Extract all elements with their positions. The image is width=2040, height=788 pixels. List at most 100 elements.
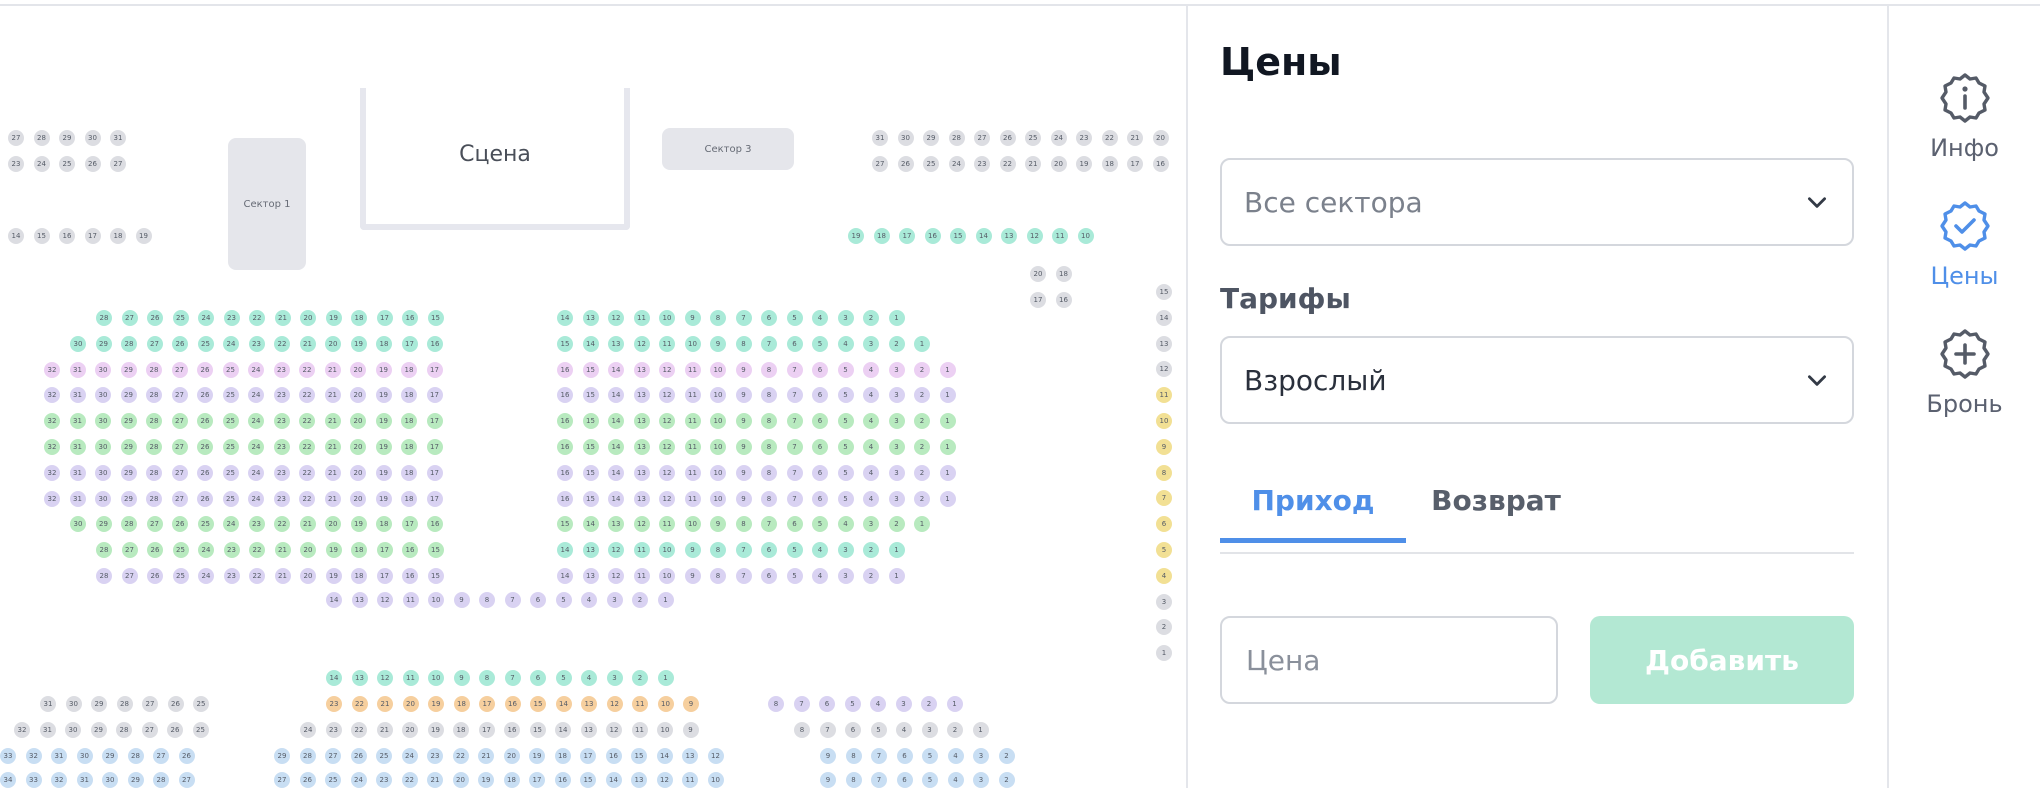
seat[interactable]: 31 <box>69 413 86 430</box>
seat[interactable]: 2 <box>863 310 879 326</box>
seat[interactable]: 22 <box>401 772 418 788</box>
seat[interactable]: 3 <box>863 516 879 533</box>
seat[interactable]: 9 <box>735 387 752 404</box>
seat[interactable]: 15 <box>427 568 444 584</box>
seat[interactable]: 21 <box>324 490 341 507</box>
seat[interactable]: 27 <box>171 439 188 455</box>
seat[interactable]: 19 <box>135 228 152 244</box>
seat[interactable]: 16 <box>924 228 941 244</box>
seat[interactable]: 2 <box>921 696 937 712</box>
seat[interactable]: 1 <box>657 670 674 686</box>
seat[interactable]: 10 <box>428 592 444 608</box>
seat[interactable]: 23 <box>273 464 290 481</box>
seat[interactable]: 30 <box>65 722 81 738</box>
seat[interactable]: 17 <box>376 542 393 559</box>
seat[interactable]: 1 <box>939 413 956 430</box>
seat[interactable]: 16 <box>59 228 75 244</box>
seat[interactable]: 11 <box>1156 387 1172 404</box>
seat[interactable]: 18 <box>351 542 367 559</box>
seat[interactable]: 33 <box>25 772 42 788</box>
seat[interactable]: 20 <box>350 490 366 507</box>
seat[interactable]: 25 <box>923 156 939 172</box>
seat[interactable]: 4 <box>863 413 879 430</box>
seat-map[interactable]: Сцена Сектор 1 Сектор 3 27 28 29 30 31 23 24 25… <box>0 6 1186 788</box>
seat[interactable]: 3 <box>888 464 905 481</box>
seat[interactable]: 13 <box>682 748 698 764</box>
seat[interactable]: 24 <box>248 387 264 404</box>
seat[interactable]: 4 <box>947 748 964 764</box>
seat[interactable]: 5 <box>837 413 854 430</box>
seat[interactable]: 26 <box>197 361 213 378</box>
seat[interactable]: 4 <box>863 387 879 404</box>
seat[interactable]: 2 <box>914 490 930 507</box>
seat[interactable]: 20 <box>350 439 366 455</box>
seat[interactable]: 9 <box>1156 438 1172 455</box>
seat[interactable]: 26 <box>84 156 101 172</box>
seat[interactable]: 31 <box>872 130 888 146</box>
seat[interactable]: 25 <box>222 413 239 430</box>
seat[interactable]: 22 <box>351 696 368 712</box>
seat[interactable]: 5 <box>844 696 861 712</box>
seat[interactable]: 1 <box>939 490 956 507</box>
seat[interactable]: 23 <box>248 516 265 533</box>
seat[interactable]: 22 <box>274 516 290 533</box>
seat[interactable]: 7 <box>1156 490 1172 507</box>
seat[interactable]: 1 <box>888 568 905 584</box>
seat[interactable]: 11 <box>633 542 650 559</box>
seat[interactable]: 11 <box>659 335 675 352</box>
seat[interactable]: 6 <box>819 696 835 712</box>
seat[interactable]: 30 <box>65 696 82 712</box>
seat[interactable]: 16 <box>504 722 520 738</box>
seat[interactable]: 25 <box>376 748 392 764</box>
seat[interactable]: 10 <box>428 670 444 686</box>
seat[interactable]: 21 <box>1127 130 1143 146</box>
seat[interactable]: 2 <box>914 413 930 430</box>
seat[interactable]: 8 <box>710 542 726 559</box>
seat[interactable]: 12 <box>606 696 623 712</box>
seat[interactable]: 10 <box>684 516 701 533</box>
seat[interactable]: 3 <box>837 568 854 584</box>
seat[interactable]: 7 <box>761 335 777 352</box>
seat[interactable]: 18 <box>110 228 126 244</box>
seat[interactable]: 7 <box>786 464 803 481</box>
seat[interactable]: 5 <box>870 722 887 738</box>
seat[interactable]: 19 <box>375 464 392 481</box>
seat[interactable]: 27 <box>146 516 163 533</box>
seat[interactable]: 19 <box>427 722 444 738</box>
seat[interactable]: 9 <box>820 748 836 764</box>
seat[interactable]: 12 <box>606 722 622 738</box>
seat[interactable]: 22 <box>249 542 265 559</box>
seat[interactable]: 4 <box>863 490 879 507</box>
seat[interactable]: 17 <box>426 464 443 481</box>
seat[interactable]: 2 <box>914 439 930 455</box>
seat[interactable]: 1 <box>939 361 956 378</box>
seat[interactable]: 4 <box>863 464 879 481</box>
seat[interactable]: 3 <box>888 490 905 507</box>
seat[interactable]: 27 <box>171 413 188 430</box>
seat[interactable]: 28 <box>116 722 132 738</box>
seat[interactable]: 27 <box>141 722 158 738</box>
seat[interactable]: 28 <box>146 439 162 455</box>
seat[interactable]: 14 <box>557 568 573 584</box>
seat[interactable]: 13 <box>633 490 650 507</box>
seat[interactable]: 5 <box>837 490 854 507</box>
seat[interactable]: 20 <box>402 722 418 738</box>
seat[interactable]: 11 <box>633 310 650 326</box>
seat[interactable]: 12 <box>659 361 675 378</box>
seat[interactable]: 12 <box>707 748 724 764</box>
seat[interactable]: 21 <box>274 568 291 584</box>
price-input[interactable] <box>1220 616 1558 704</box>
seat[interactable]: 9 <box>684 542 701 559</box>
seat[interactable]: 1 <box>939 387 956 404</box>
seat[interactable]: 8 <box>761 490 777 507</box>
seat[interactable]: 28 <box>146 387 162 404</box>
seat[interactable]: 13 <box>580 722 597 738</box>
seat[interactable]: 23 <box>8 156 24 172</box>
seat[interactable]: 4 <box>837 516 854 533</box>
seat[interactable]: 7 <box>504 670 521 686</box>
seat[interactable]: 15 <box>427 310 444 326</box>
seat[interactable]: 26 <box>197 387 213 404</box>
seat[interactable]: 14 <box>8 228 24 244</box>
seat[interactable]: 13 <box>1001 228 1017 244</box>
seat[interactable]: 9 <box>710 335 726 352</box>
